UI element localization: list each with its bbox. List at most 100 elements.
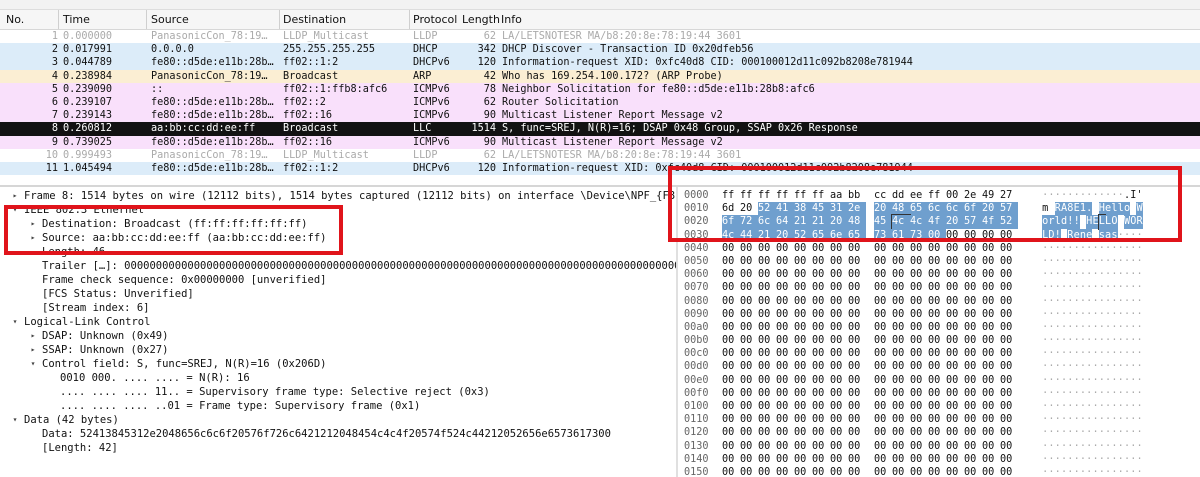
hex-byte[interactable]: 00 [964,440,982,453]
hex-byte[interactable]: 00 [740,426,758,439]
hex-byte[interactable]: 00 [794,268,812,281]
hex-byte[interactable]: 00 [982,255,1000,268]
ascii-bytes[interactable]: ················ [1042,374,1143,387]
hex-byte[interactable]: 00 [910,440,928,453]
hex-byte[interactable]: 00 [848,440,866,453]
hex-byte[interactable]: 00 [740,466,758,477]
hex-byte[interactable]: 00 [928,453,946,466]
packet-row[interactable]: 7 0.239143 fe80::d5de:e11b:28b… ff02::16 ICM… [0,109,1200,123]
hex-byte[interactable]: 00 [848,242,866,255]
hex-byte[interactable]: 00 [964,413,982,426]
hex-byte[interactable]: 00 [776,374,794,387]
hex-byte[interactable]: 00 [776,255,794,268]
hex-byte[interactable]: 00 [848,334,866,347]
hex-byte[interactable]: 00 [946,466,964,477]
hex-byte[interactable]: 00 [946,295,964,308]
hex-byte[interactable]: ff [794,189,812,202]
tree-item[interactable]: [FCS Status: Unverified] [0,287,676,301]
ascii-bytes[interactable]: ················ [1042,466,1143,477]
hex-byte[interactable]: 00 [964,295,982,308]
hex-byte[interactable]: 20 [946,215,964,229]
hex-byte[interactable]: 00 [776,321,794,334]
hex-byte[interactable]: 00 [1000,242,1018,255]
ascii-bytes[interactable]: ················ [1042,255,1143,268]
hex-byte[interactable]: 00 [1000,387,1018,400]
hex-byte[interactable]: 73 [874,228,892,242]
hex-bytes[interactable]: 00 00 00 00 00 00 00 00 00 00 00 00 00 00 00 00 [722,268,1018,281]
collapsed-arrow-icon[interactable]: ▸ [28,329,38,343]
hex-byte[interactable]: 00 [928,387,946,400]
hex-byte[interactable]: 00 [874,334,892,347]
hex-byte[interactable]: 00 [892,453,910,466]
hex-byte[interactable]: 00 [830,413,848,426]
hex-byte[interactable]: 00 [964,242,982,255]
hex-byte[interactable]: 00 [1000,426,1018,439]
hex-byte[interactable]: 00 [928,426,946,439]
hex-byte[interactable]: 00 [848,400,866,413]
tree-item[interactable]: Trailer […]: 000000000000000000000000000… [0,259,676,273]
hex-byte[interactable]: 00 [740,281,758,294]
hex-byte[interactable]: 00 [928,413,946,426]
hex-byte[interactable]: 00 [794,466,812,477]
column-source[interactable]: Source [151,13,189,26]
hex-byte[interactable]: 00 [1000,347,1018,360]
packet-row[interactable]: 5 0.239090:: ff02::1:ffb8:afc6 ICMPv6 78 Neig… [0,82,1200,96]
hex-byte[interactable]: 00 [740,334,758,347]
hex-byte[interactable]: 00 [910,268,928,281]
hex-byte[interactable]: 00 [946,374,964,387]
hex-byte[interactable]: 00 [946,413,964,426]
hex-byte[interactable]: 65 [812,228,830,242]
hex-byte[interactable]: 00 [794,426,812,439]
hex-byte[interactable]: 00 [892,281,910,294]
hex-byte[interactable]: 00 [776,400,794,413]
hex-byte[interactable]: 00 [910,426,928,439]
hex-byte[interactable]: 00 [758,387,776,400]
hex-bytes[interactable]: 00 00 00 00 00 00 00 00 00 00 00 00 00 00 00 00 [722,360,1018,373]
hex-byte[interactable]: 00 [874,400,892,413]
hex-byte[interactable]: 00 [794,453,812,466]
hex-byte[interactable]: ee [910,189,928,202]
hex-byte[interactable]: 00 [830,334,848,347]
hex-byte[interactable]: 00 [722,453,740,466]
hex-byte[interactable]: ff [812,189,830,202]
hex-bytes[interactable]: 00 00 00 00 00 00 00 00 00 00 00 00 00 00 00 00 [722,426,1018,439]
hex-byte[interactable]: 00 [812,347,830,360]
hex-byte[interactable]: 00 [812,242,830,255]
hex-byte[interactable]: 00 [928,321,946,334]
hex-byte[interactable]: 00 [982,466,1000,477]
hex-byte[interactable]: ff [776,189,794,202]
hex-byte[interactable]: 00 [892,242,910,255]
hex-byte[interactable]: 00 [892,360,910,373]
hex-byte[interactable]: 00 [964,321,982,334]
hex-byte[interactable]: 00 [740,400,758,413]
hex-byte[interactable]: 2e [848,202,866,216]
hex-byte[interactable]: 00 [874,295,892,308]
hex-byte[interactable]: 00 [910,334,928,347]
hex-bytes[interactable]: 00 00 00 00 00 00 00 00 00 00 00 00 00 00 00 00 [722,374,1018,387]
ascii-bytes[interactable]: ················ [1042,334,1143,347]
hex-byte[interactable]: 20 [982,202,1000,216]
hex-byte[interactable]: 00 [982,308,1000,321]
hex-byte[interactable]: 00 [946,334,964,347]
hex-byte[interactable]: 00 [1000,360,1018,373]
hex-byte[interactable]: 00 [722,242,740,255]
hex-byte[interactable]: 00 [722,400,740,413]
hex-byte[interactable]: 00 [892,347,910,360]
hex-byte[interactable]: 00 [1000,255,1018,268]
hex-byte[interactable]: 00 [946,242,964,255]
hex-byte[interactable]: 00 [892,295,910,308]
hex-byte[interactable]: 00 [964,374,982,387]
hex-byte[interactable]: 00 [830,281,848,294]
tree-item[interactable]: ▸ Destination: Broadcast (ff:ff:ff:ff:ff:… [0,217,676,231]
hex-byte[interactable]: 00 [812,334,830,347]
hex-byte[interactable]: 00 [874,347,892,360]
hex-byte[interactable]: 00 [964,308,982,321]
tree-item[interactable]: ▾ IEEE 802.3 Ethernet [0,203,676,217]
hex-byte[interactable]: 00 [776,413,794,426]
hex-byte[interactable]: 61 [892,228,910,242]
hex-bytes[interactable]: 4c 44 21 20 52 65 6e 65 73 61 73 00 00 00 00 00 [722,228,1018,242]
hex-byte[interactable]: 52 [794,228,812,242]
hex-byte[interactable]: 00 [794,242,812,255]
hex-byte[interactable]: 00 [812,440,830,453]
hex-byte[interactable]: 00 [848,255,866,268]
